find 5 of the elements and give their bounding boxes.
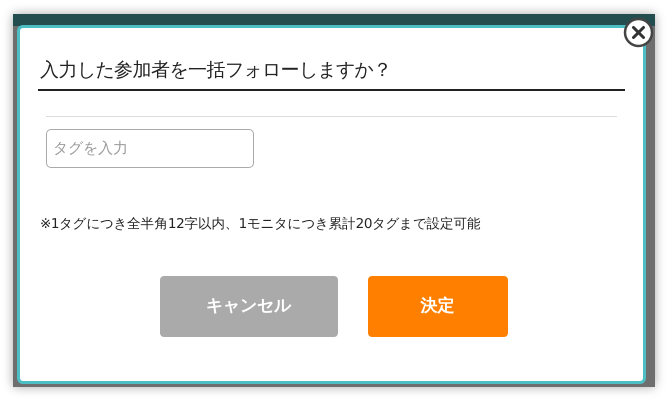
note-text: ※1タグにつき全半角12字以内、1モニタにつき累計20タグまで設定可能 <box>40 214 482 234</box>
dialog-title: 入力した参加者を一括フォローしますか？ <box>38 58 625 91</box>
tag-field[interactable]: タグを入力 <box>46 128 254 168</box>
confirm-button[interactable]: 決定 <box>368 276 508 337</box>
cancel-button[interactable]: キャンセル <box>160 276 338 337</box>
